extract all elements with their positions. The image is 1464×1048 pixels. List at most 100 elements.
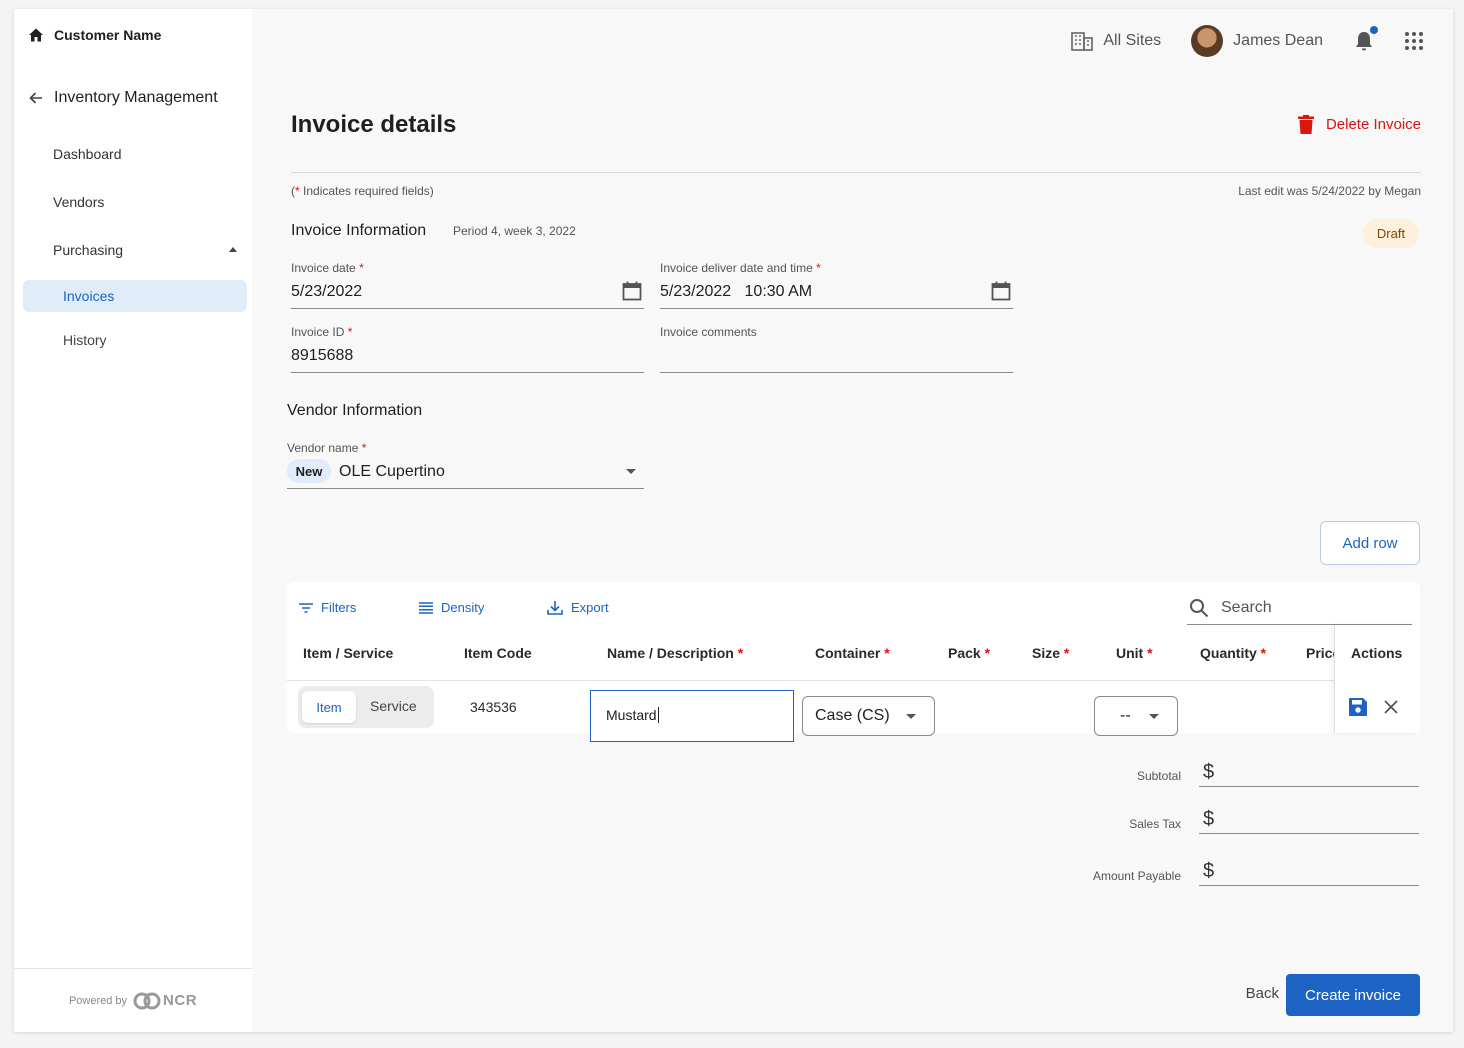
site-selector[interactable]: All Sites	[1071, 31, 1161, 51]
invoice-id-value: 8915688	[291, 347, 354, 364]
header-divider	[287, 680, 1420, 681]
line-items-table: Filters Density Export Search Item / Ser…	[287, 582, 1420, 742]
sidebar-footer: Powered by NCR	[14, 968, 252, 1032]
invoice-info-heading: Invoice Information	[291, 222, 427, 239]
export-label: Export	[571, 600, 609, 615]
last-edit-text: Last edit was 5/24/2022 by Megan	[1238, 184, 1421, 198]
actions-column: Actions	[1334, 625, 1420, 733]
sidebar-item-purchasing[interactable]: Purchasing	[53, 242, 123, 258]
vendor-name-select[interactable]: Vendor name * New OLE Cupertino	[287, 441, 644, 489]
create-invoice-button[interactable]: Create invoice	[1286, 974, 1420, 1016]
export-button[interactable]: Export	[547, 600, 609, 615]
table-search-input[interactable]: Search	[1187, 592, 1412, 625]
deliver-datetime-label: Invoice deliver date and time *	[660, 261, 821, 275]
invoice-id-label: Invoice ID *	[291, 325, 353, 339]
download-icon	[547, 601, 563, 615]
calendar-icon[interactable]	[991, 281, 1011, 301]
sidebar-item-label: Invoices	[63, 288, 115, 304]
notification-dot	[1370, 26, 1378, 34]
title-divider	[291, 172, 1421, 173]
column-header-container[interactable]: Container *	[815, 645, 890, 661]
arrow-back-icon	[29, 92, 42, 104]
main-content: All Sites James Dean Invoice details Del…	[252, 9, 1453, 1032]
close-icon[interactable]	[1384, 700, 1398, 714]
column-header-size[interactable]: Size *	[1032, 645, 1069, 661]
invoice-date-value: 5/23/2022	[291, 283, 363, 300]
chevron-down-icon	[626, 469, 636, 474]
currency-symbol: $	[1203, 761, 1215, 783]
deliver-datetime-field[interactable]: Invoice deliver date and time * 5/23/202…	[660, 261, 1013, 309]
chevron-down-icon	[906, 714, 916, 719]
back-button[interactable]: Back	[1246, 985, 1279, 1002]
amount-payable-field[interactable]: $	[1199, 854, 1419, 886]
invoice-comments-field[interactable]: Invoice comments	[660, 325, 1013, 373]
filters-button[interactable]: Filters	[299, 600, 356, 615]
sites-label: All Sites	[1103, 32, 1162, 49]
container-select[interactable]: Case (CS)	[802, 696, 935, 736]
sales-tax-field[interactable]: $	[1199, 802, 1419, 834]
column-header-quantity[interactable]: Quantity *	[1200, 645, 1266, 661]
app-window: Customer Name Inventory Management Dashb…	[14, 9, 1453, 1032]
toggle-service[interactable]: Service	[370, 698, 417, 714]
chevron-down-icon	[1149, 714, 1159, 719]
ncr-logo: NCR	[133, 992, 197, 1010]
column-header-price[interactable]: Price	[1306, 645, 1334, 661]
text-cursor	[657, 707, 659, 723]
top-bar: All Sites James Dean	[1071, 23, 1423, 59]
delete-invoice-button[interactable]: Delete Invoice	[1297, 115, 1421, 134]
sidebar-item-invoices[interactable]: Invoices	[23, 280, 247, 312]
currency-symbol: $	[1203, 808, 1215, 830]
invoice-id-field[interactable]: Invoice ID * 8915688	[291, 325, 644, 373]
vendor-info-heading: Vendor Information	[287, 402, 423, 419]
filter-icon	[299, 602, 313, 613]
status-badge: Draft	[1363, 219, 1419, 248]
period-text: Period 4, week 3, 2022	[453, 224, 576, 238]
save-icon[interactable]	[1349, 698, 1367, 716]
name-description-input[interactable]: Mustard	[590, 690, 794, 742]
density-icon	[419, 601, 433, 614]
module-title: Inventory Management	[54, 89, 218, 106]
name-description-value: Mustard	[606, 707, 657, 723]
item-service-toggle[interactable]: Item Service	[298, 686, 434, 728]
column-header-item-code[interactable]: Item Code	[464, 645, 532, 661]
page-title: Invoice details	[291, 111, 457, 138]
column-header-unit[interactable]: Unit *	[1116, 645, 1153, 661]
required-note: (* Indicates required fields)	[291, 184, 434, 198]
sidebar-item-history[interactable]: History	[63, 332, 107, 348]
customer-name: Customer Name	[54, 27, 162, 43]
unit-value: --	[1120, 707, 1131, 724]
calendar-icon[interactable]	[622, 281, 642, 301]
notifications-button[interactable]	[1353, 26, 1378, 52]
column-header-actions: Actions	[1351, 645, 1403, 661]
column-header-item-service[interactable]: Item / Service	[303, 645, 393, 661]
vendor-name-value: OLE Cupertino	[339, 463, 445, 480]
customer-link[interactable]: Customer Name	[28, 27, 161, 43]
powered-by-text: Powered by	[68, 994, 128, 1007]
sales-tax-label: Sales Tax	[1129, 817, 1181, 831]
invoice-date-label: Invoice date *	[291, 261, 364, 275]
column-header-name[interactable]: Name / Description *	[607, 645, 743, 661]
unit-select[interactable]: --	[1094, 696, 1178, 736]
item-code-cell[interactable]: 343536	[470, 699, 517, 715]
sidebar-item-vendors[interactable]: Vendors	[53, 194, 104, 210]
new-vendor-chip: New	[287, 459, 331, 483]
invoice-comments-label: Invoice comments	[660, 325, 757, 339]
sidebar: Customer Name Inventory Management Dashb…	[14, 9, 252, 1032]
chevron-up-icon[interactable]	[229, 247, 237, 252]
density-button[interactable]: Density	[419, 600, 484, 615]
apps-grid-icon[interactable]	[1405, 32, 1423, 50]
user-menu[interactable]: James Dean	[1191, 25, 1323, 57]
toggle-item[interactable]: Item	[302, 691, 356, 723]
deliver-datetime-value: 5/23/2022 10:30 AM	[660, 283, 813, 300]
invoice-date-field[interactable]: Invoice date * 5/23/2022	[291, 261, 644, 309]
subtotal-label: Subtotal	[1136, 769, 1181, 783]
subtotal-field[interactable]: $	[1199, 755, 1419, 787]
add-row-button[interactable]: Add row	[1320, 521, 1420, 565]
trash-icon	[1297, 115, 1314, 134]
column-header-pack[interactable]: Pack *	[948, 645, 990, 661]
sidebar-item-dashboard[interactable]: Dashboard	[53, 146, 122, 162]
delete-invoice-label: Delete Invoice	[1325, 116, 1421, 133]
module-back-link[interactable]: Inventory Management	[28, 89, 218, 107]
ncr-logo-mark-icon	[133, 992, 161, 1009]
building-icon	[1071, 32, 1094, 51]
